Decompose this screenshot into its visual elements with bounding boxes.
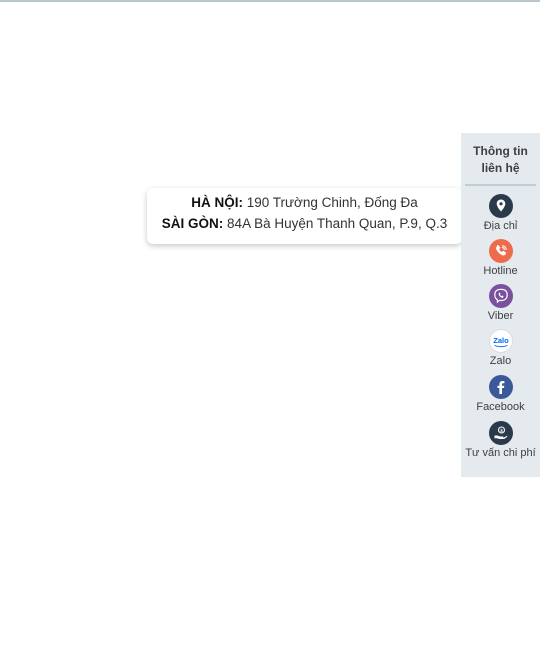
hanoi-address: 190 Trường Chinh, Đống Đa [246, 195, 418, 210]
contact-panel: Thông tin liên hệ Địa chỉ Hotline Viber … [461, 133, 540, 477]
contact-item-label: Facebook [476, 401, 525, 413]
contact-item-label: Zalo [489, 355, 512, 367]
panel-divider [465, 184, 536, 186]
location-pin-icon [489, 194, 513, 218]
zalo-icon: Zalo [489, 329, 513, 353]
saigon-address-line: SÀI GÒN: 84A Bà Huyện Thanh Quan, P.9, Q… [147, 215, 462, 233]
viber-icon [489, 284, 513, 308]
panel-title-line2: liên hệ [481, 161, 520, 175]
money-hand-icon: $ [489, 421, 513, 445]
contact-item-address[interactable]: Địa chỉ [461, 194, 540, 238]
svg-text:$: $ [500, 428, 503, 433]
contact-item-viber[interactable]: Viber [461, 284, 540, 328]
contact-item-facebook[interactable]: Facebook [461, 375, 540, 419]
panel-title-line1: Thông tin [473, 144, 528, 158]
phone-icon [489, 239, 513, 263]
contact-item-cost-consult[interactable]: $ Tư vấn chi phí [461, 421, 540, 465]
top-border [0, 0, 540, 2]
facebook-icon [489, 375, 513, 399]
contact-item-label: Viber [487, 310, 514, 322]
contact-item-label: Địa chỉ [483, 220, 518, 232]
contact-item-zalo[interactable]: Zalo Zalo [461, 329, 540, 373]
contact-item-label: Hotline [483, 265, 518, 277]
saigon-label: SÀI GÒN: [161, 216, 224, 231]
hanoi-address-line: HÀ NỘI: 190 Trường Chinh, Đống Đa [147, 194, 462, 212]
contact-item-hotline[interactable]: Hotline [461, 239, 540, 283]
svg-text:Zalo: Zalo [493, 336, 509, 345]
hanoi-label: HÀ NỘI: [191, 195, 243, 210]
contact-item-label: Tư vấn chi phí [465, 447, 536, 459]
saigon-address: 84A Bà Huyện Thanh Quan, P.9, Q.3 [227, 216, 448, 231]
address-popup: HÀ NỘI: 190 Trường Chinh, Đống Đa SÀI GÒ… [147, 188, 470, 244]
panel-title: Thông tin liên hệ [461, 143, 540, 177]
